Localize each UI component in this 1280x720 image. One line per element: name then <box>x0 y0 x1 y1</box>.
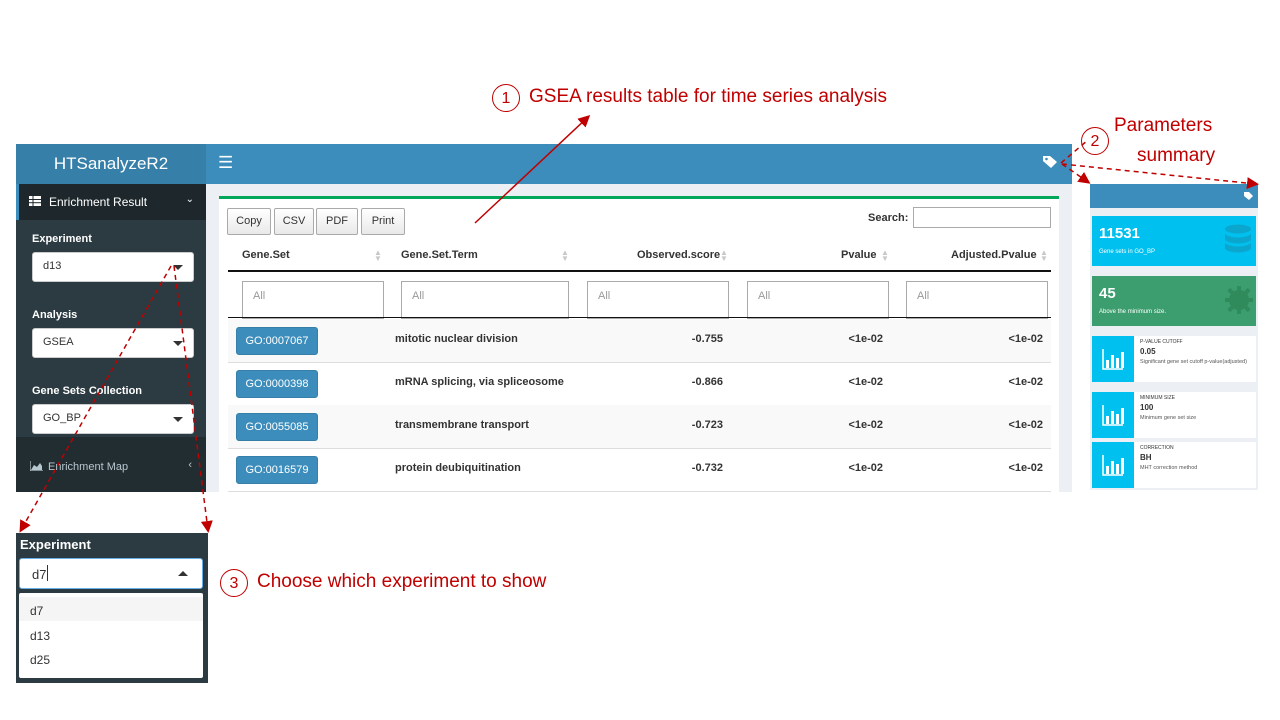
annotation-number-2: 2 <box>1081 127 1109 155</box>
annotation-arrows <box>19 114 1259 533</box>
annotation-text-3: Choose which experiment to show <box>257 571 547 592</box>
dashed-connector-zoom-right <box>173 265 213 533</box>
annotation-text-2-line1: Parameters <box>1114 115 1213 136</box>
arrow-to-table-annotation <box>474 114 591 224</box>
annotation-text-2-line2: summary <box>1137 145 1216 166</box>
annotation-number-1: 1 <box>492 84 520 112</box>
dashed-connector-zoom-left <box>19 265 172 533</box>
dashed-connector-right <box>1061 163 1259 190</box>
annotation-number-3: 3 <box>220 569 248 597</box>
annotation-text-1: GSEA results table for time series analy… <box>529 86 887 107</box>
